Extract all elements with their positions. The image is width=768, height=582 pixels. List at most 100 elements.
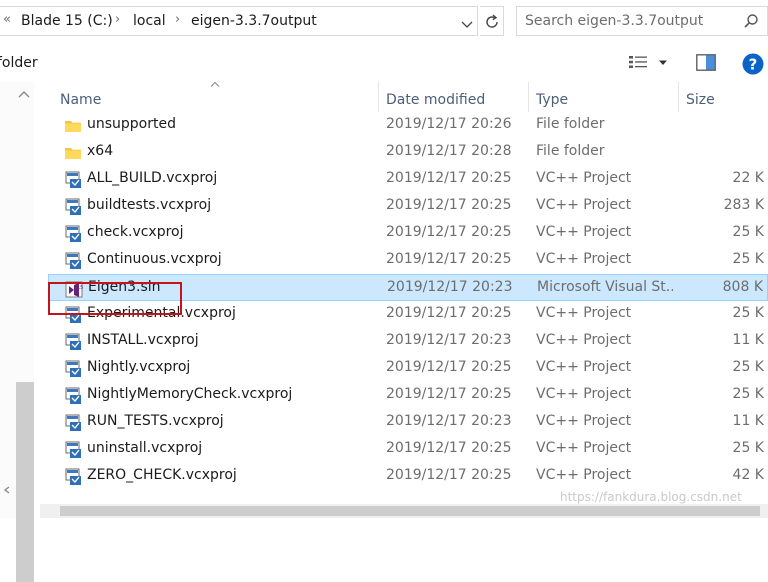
file-name: RUN_TESTS.vcxproj: [87, 413, 224, 429]
breadcrumb-drive[interactable]: Blade 15 (C:): [21, 13, 113, 29]
navigation-pane-scrollbar[interactable]: [0, 82, 34, 582]
list-item[interactable]: x64 2019/12/17 20:28 File folder: [48, 139, 768, 166]
list-item[interactable]: Nightly.vcxproj 2019/12/17 20:25 VC++ Proj…: [48, 355, 768, 382]
list-item[interactable]: ALL_BUILD.vcxproj 2019/12/17 20:25 VC++ Pr…: [48, 166, 768, 193]
list-item[interactable]: 15 Eigen3.sln 2019/12/17 20:23 Microsoft Vi…: [48, 274, 768, 301]
breadcrumb-separator-icon[interactable]: ›: [115, 12, 120, 27]
file-name: NightlyMemoryCheck.vcxproj: [87, 386, 293, 402]
list-item[interactable]: ZERO_CHECK.vcxproj 2019/12/17 20:25 VC++ P…: [48, 463, 768, 490]
list-item[interactable]: uninstall.vcxproj 2019/12/17 20:25 VC++ Pr…: [48, 436, 768, 463]
sort-ascending-icon: [210, 81, 220, 87]
scroll-left-icon[interactable]: [2, 486, 12, 494]
file-type: VC++ Project: [536, 413, 632, 429]
refresh-icon: [486, 14, 498, 28]
list-item[interactable]: unsupported 2019/12/17 20:26 File folder: [48, 112, 768, 139]
file-name: Experimental.vcxproj: [87, 305, 236, 321]
file-date-modified: 2019/12/17 20:25: [386, 251, 512, 267]
file-name: Continuous.vcxproj: [87, 251, 222, 267]
chevron-down-icon[interactable]: [459, 16, 475, 32]
toolbar: folder ?: [0, 44, 768, 82]
column-header-type[interactable]: Type: [536, 82, 568, 112]
file-date-modified: 2019/12/17 20:25: [386, 359, 512, 375]
file-size: 25 K: [732, 224, 764, 240]
list-item[interactable]: check.vcxproj 2019/12/17 20:25 VC++ Projec…: [48, 220, 768, 247]
file-date-modified: 2019/12/17 20:25: [386, 440, 512, 456]
column-header-name[interactable]: Name: [60, 82, 101, 112]
file-type: VC++ Project: [536, 386, 632, 402]
search-input[interactable]: [525, 12, 735, 30]
file-size: 11 K: [732, 332, 764, 348]
preview-pane-icon[interactable]: [696, 54, 716, 71]
breadcrumb-local[interactable]: local: [133, 13, 166, 29]
refresh-button[interactable]: [480, 6, 504, 36]
list-item[interactable]: INSTALL.vcxproj 2019/12/17 20:23 VC++ Proj…: [48, 328, 768, 355]
file-size: 283 K: [723, 197, 764, 213]
search-icon[interactable]: [743, 13, 759, 29]
file-type: VC++ Project: [536, 224, 632, 240]
vcxproj-icon: [65, 387, 81, 404]
file-date-modified: 2019/12/17 20:25: [386, 386, 512, 402]
file-size: 25 K: [732, 386, 764, 402]
column-header-size[interactable]: Size: [686, 82, 715, 112]
horizontal-scrollbar[interactable]: [40, 504, 768, 518]
file-type: File folder: [536, 116, 605, 132]
file-name: Eigen3.sln: [88, 279, 161, 295]
address-bar[interactable]: « Blade 15 (C:) › local › eigen-3.3.7out…: [0, 6, 478, 36]
column-divider[interactable]: [678, 82, 679, 112]
file-type: VC++ Project: [536, 305, 632, 321]
vcxproj-icon: [65, 252, 81, 269]
folder-icon: [65, 121, 81, 132]
column-divider[interactable]: [378, 82, 379, 112]
file-date-modified: 2019/12/17 20:23: [387, 279, 513, 295]
vcxproj-icon: [65, 360, 81, 377]
file-name: uninstall.vcxproj: [87, 440, 203, 456]
file-name: ZERO_CHECK.vcxproj: [87, 467, 237, 483]
file-date-modified: 2019/12/17 20:25: [386, 224, 512, 240]
file-type: VC++ Project: [536, 197, 632, 213]
file-date-modified: 2019/12/17 20:23: [386, 332, 512, 348]
file-name: INSTALL.vcxproj: [87, 332, 199, 348]
vcxproj-icon: [65, 441, 81, 458]
view-options-dropdown-icon[interactable]: [658, 59, 668, 67]
scroll-up-icon[interactable]: [18, 90, 30, 98]
folder-icon: [65, 148, 81, 159]
file-size: 11 K: [732, 413, 764, 429]
sln-icon: 15: [65, 281, 83, 298]
breadcrumb-overflow-icon[interactable]: «: [3, 12, 11, 27]
vcxproj-icon: [65, 225, 81, 242]
file-list: unsupported 2019/12/17 20:26 File folder x6…: [40, 112, 768, 504]
vcxproj-icon: [65, 306, 81, 323]
vcxproj-icon: [65, 468, 81, 485]
file-size: 808 K: [722, 279, 763, 295]
vcxproj-icon: [65, 414, 81, 431]
file-type: VC++ Project: [536, 440, 632, 456]
column-header-date[interactable]: Date modified: [386, 82, 485, 112]
file-type: VC++ Project: [536, 251, 632, 267]
breadcrumb-current-folder[interactable]: eigen-3.3.7output: [191, 13, 317, 29]
file-date-modified: 2019/12/17 20:23: [386, 413, 512, 429]
list-item[interactable]: RUN_TESTS.vcxproj 2019/12/17 20:23 VC++ Pr…: [48, 409, 768, 436]
list-item[interactable]: NightlyMemoryCheck.vcxproj 2019/12/17 20:…: [48, 382, 768, 409]
scrollbar-thumb[interactable]: [16, 382, 34, 582]
svg-text:?: ?: [749, 56, 758, 74]
vcxproj-icon: [65, 198, 81, 215]
file-size: 22 K: [732, 170, 764, 186]
details-view-icon[interactable]: [628, 55, 648, 69]
new-folder-button[interactable]: folder: [0, 55, 38, 71]
file-size: 25 K: [732, 359, 764, 375]
list-item[interactable]: buildtests.vcxproj 2019/12/17 20:25 VC++ P…: [48, 193, 768, 220]
list-item[interactable]: Experimental.vcxproj 2019/12/17 20:25 VC++…: [48, 301, 768, 328]
file-type: VC++ Project: [536, 467, 632, 483]
breadcrumb-separator-icon[interactable]: ›: [175, 12, 180, 27]
file-type: Microsoft Visual St...: [537, 279, 673, 295]
list-item[interactable]: Continuous.vcxproj 2019/12/17 20:25 VC++ P…: [48, 247, 768, 274]
help-icon[interactable]: ?: [742, 53, 764, 75]
column-divider[interactable]: [528, 82, 529, 112]
svg-text:15: 15: [77, 285, 83, 291]
watermark: https://fankdura.blog.csdn.net: [560, 490, 742, 504]
file-size: 25 K: [732, 440, 764, 456]
search-box[interactable]: [516, 6, 768, 36]
file-type: VC++ Project: [536, 332, 632, 348]
file-name: x64: [87, 143, 114, 159]
scrollbar-thumb[interactable]: [60, 506, 760, 516]
